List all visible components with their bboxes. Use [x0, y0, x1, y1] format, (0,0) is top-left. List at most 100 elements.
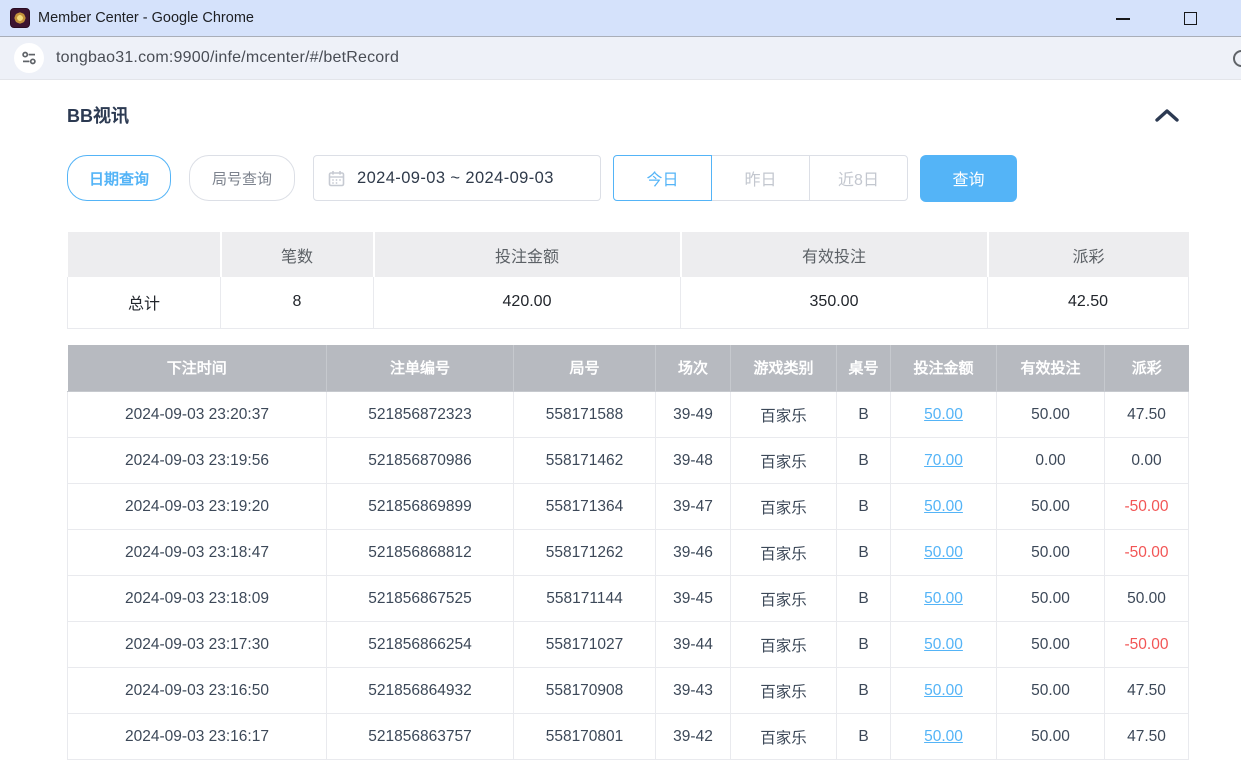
- today-button[interactable]: 今日: [613, 155, 712, 201]
- bet-amount-link[interactable]: 50.00: [924, 636, 963, 653]
- column-header-round-id: 局号: [514, 345, 656, 392]
- cell-bet-id: 521856866254: [327, 622, 514, 668]
- cell-round-id: 558170801: [514, 714, 656, 760]
- summary-header-payout: 派彩: [988, 232, 1189, 277]
- cell-game-type: 百家乐: [731, 392, 837, 438]
- cell-bet-amount: 70.00: [891, 438, 997, 484]
- cell-payout: 47.50: [1105, 714, 1189, 760]
- table-header-row: 下注时间注单编号局号场次游戏类别桌号投注金额有效投注派彩: [68, 345, 1189, 392]
- cell-round-id: 558171364: [514, 484, 656, 530]
- cell-bet-id: 521856868812: [327, 530, 514, 576]
- cell-bet-amount: 50.00: [891, 622, 997, 668]
- quick-range-group: 今日 昨日 近8日: [613, 155, 908, 201]
- collapse-panel-button[interactable]: [1154, 108, 1180, 123]
- cell-game-type: 百家乐: [731, 622, 837, 668]
- cell-bet-amount: 50.00: [891, 668, 997, 714]
- cell-game-type: 百家乐: [731, 438, 837, 484]
- bet-amount-link[interactable]: 70.00: [924, 452, 963, 469]
- cell-session: 39-42: [656, 714, 731, 760]
- summary-total-count: 8: [221, 277, 374, 328]
- bet-record-table: 下注时间注单编号局号场次游戏类别桌号投注金额有效投注派彩 2024-09-03 …: [67, 345, 1189, 761]
- cell-bet-amount: 50.00: [891, 530, 997, 576]
- cell-payout: 47.50: [1105, 668, 1189, 714]
- table-row: 2024-09-03 23:19:56521856870986558171462…: [68, 438, 1189, 484]
- cell-valid-bet: 50.00: [997, 714, 1105, 760]
- cell-bet-id: 521856867525: [327, 576, 514, 622]
- cell-valid-bet: 0.00: [997, 438, 1105, 484]
- search-button[interactable]: 查询: [920, 155, 1017, 202]
- cell-valid-bet: 50.00: [997, 530, 1105, 576]
- bet-amount-link[interactable]: 50.00: [924, 590, 963, 607]
- cell-game-type: 百家乐: [731, 530, 837, 576]
- date-range-picker[interactable]: 2024-09-03 ~ 2024-09-03: [313, 155, 601, 201]
- cell-round-id: 558171144: [514, 576, 656, 622]
- page-title: BB视讯: [67, 102, 129, 128]
- table-row: 2024-09-03 23:20:37521856872323558171588…: [68, 392, 1189, 438]
- table-row: 2024-09-03 23:18:47521856868812558171262…: [68, 530, 1189, 576]
- cell-game-type: 百家乐: [731, 576, 837, 622]
- summary-header-count: 笔数: [221, 232, 374, 277]
- cell-session: 39-44: [656, 622, 731, 668]
- summary-header-row: 笔数 投注金额 有效投注 派彩: [68, 232, 1189, 277]
- cell-bet-id: 521856863757: [327, 714, 514, 760]
- last-8-days-button[interactable]: 近8日: [809, 155, 908, 201]
- table-row: 2024-09-03 23:16:50521856864932558170908…: [68, 668, 1189, 714]
- cell-bet-time: 2024-09-03 23:19:20: [68, 484, 327, 530]
- bet-amount-link[interactable]: 50.00: [924, 498, 963, 515]
- date-query-tab[interactable]: 日期查询: [67, 155, 171, 201]
- cell-valid-bet: 50.00: [997, 392, 1105, 438]
- column-header-bet-id: 注单编号: [327, 345, 514, 392]
- maximize-button[interactable]: [1184, 12, 1197, 25]
- cell-bet-time: 2024-09-03 23:16:50: [68, 668, 327, 714]
- cell-game-type: 百家乐: [731, 668, 837, 714]
- cell-payout: 50.00: [1105, 576, 1189, 622]
- minimize-button[interactable]: [1116, 18, 1130, 20]
- summary-total-row: 总计 8 420.00 350.00 42.50: [68, 277, 1189, 328]
- cell-session: 39-46: [656, 530, 731, 576]
- site-settings-button[interactable]: [14, 43, 44, 73]
- yesterday-button[interactable]: 昨日: [711, 155, 810, 201]
- table-row: 2024-09-03 23:17:30521856866254558171027…: [68, 622, 1189, 668]
- cell-bet-time: 2024-09-03 23:19:56: [68, 438, 327, 484]
- cell-session: 39-47: [656, 484, 731, 530]
- bet-amount-link[interactable]: 50.00: [924, 406, 963, 423]
- tune-icon: [21, 50, 37, 66]
- column-header-session: 场次: [656, 345, 731, 392]
- bet-amount-link[interactable]: 50.00: [924, 544, 963, 561]
- cell-bet-time: 2024-09-03 23:17:30: [68, 622, 327, 668]
- cell-payout: -50.00: [1105, 622, 1189, 668]
- cell-round-id: 558171262: [514, 530, 656, 576]
- cell-bet-amount: 50.00: [891, 392, 997, 438]
- maximize-icon: [1184, 12, 1197, 25]
- cell-valid-bet: 50.00: [997, 484, 1105, 530]
- cell-payout: -50.00: [1105, 530, 1189, 576]
- cell-valid-bet: 50.00: [997, 576, 1105, 622]
- url-bar: tongbao31.com:9900/infe/mcenter/#/betRec…: [0, 37, 1241, 80]
- summary-total-bet-amount: 420.00: [374, 277, 681, 328]
- cell-session: 39-48: [656, 438, 731, 484]
- cell-bet-id: 521856869899: [327, 484, 514, 530]
- round-query-tab[interactable]: 局号查询: [189, 155, 295, 201]
- urlbar-right-icon-partial[interactable]: [1233, 50, 1241, 67]
- cell-bet-time: 2024-09-03 23:18:47: [68, 530, 327, 576]
- cell-valid-bet: 50.00: [997, 622, 1105, 668]
- cell-bet-amount: 50.00: [891, 714, 997, 760]
- url-text[interactable]: tongbao31.com:9900/infe/mcenter/#/betRec…: [56, 49, 399, 67]
- cell-bet-id: 521856864932: [327, 668, 514, 714]
- summary-header-valid-bet: 有效投注: [681, 232, 988, 277]
- cell-bet-amount: 50.00: [891, 576, 997, 622]
- column-header-table-no: 桌号: [837, 345, 891, 392]
- bet-amount-link[interactable]: 50.00: [924, 682, 963, 699]
- cell-table-no: B: [837, 668, 891, 714]
- column-header-payout: 派彩: [1105, 345, 1189, 392]
- table-row: 2024-09-03 23:16:17521856863757558170801…: [68, 714, 1189, 760]
- minimize-icon: [1116, 18, 1130, 20]
- cell-table-no: B: [837, 530, 891, 576]
- cell-round-id: 558171027: [514, 622, 656, 668]
- table-row: 2024-09-03 23:18:09521856867525558171144…: [68, 576, 1189, 622]
- filter-toolbar: 日期查询 局号查询 2024-09-03 ~ 2024-09-03 今日 昨日 …: [67, 155, 1188, 201]
- bet-amount-link[interactable]: 50.00: [924, 728, 963, 745]
- window-titlebar: Member Center - Google Chrome: [0, 0, 1241, 37]
- cell-session: 39-43: [656, 668, 731, 714]
- cell-bet-time: 2024-09-03 23:18:09: [68, 576, 327, 622]
